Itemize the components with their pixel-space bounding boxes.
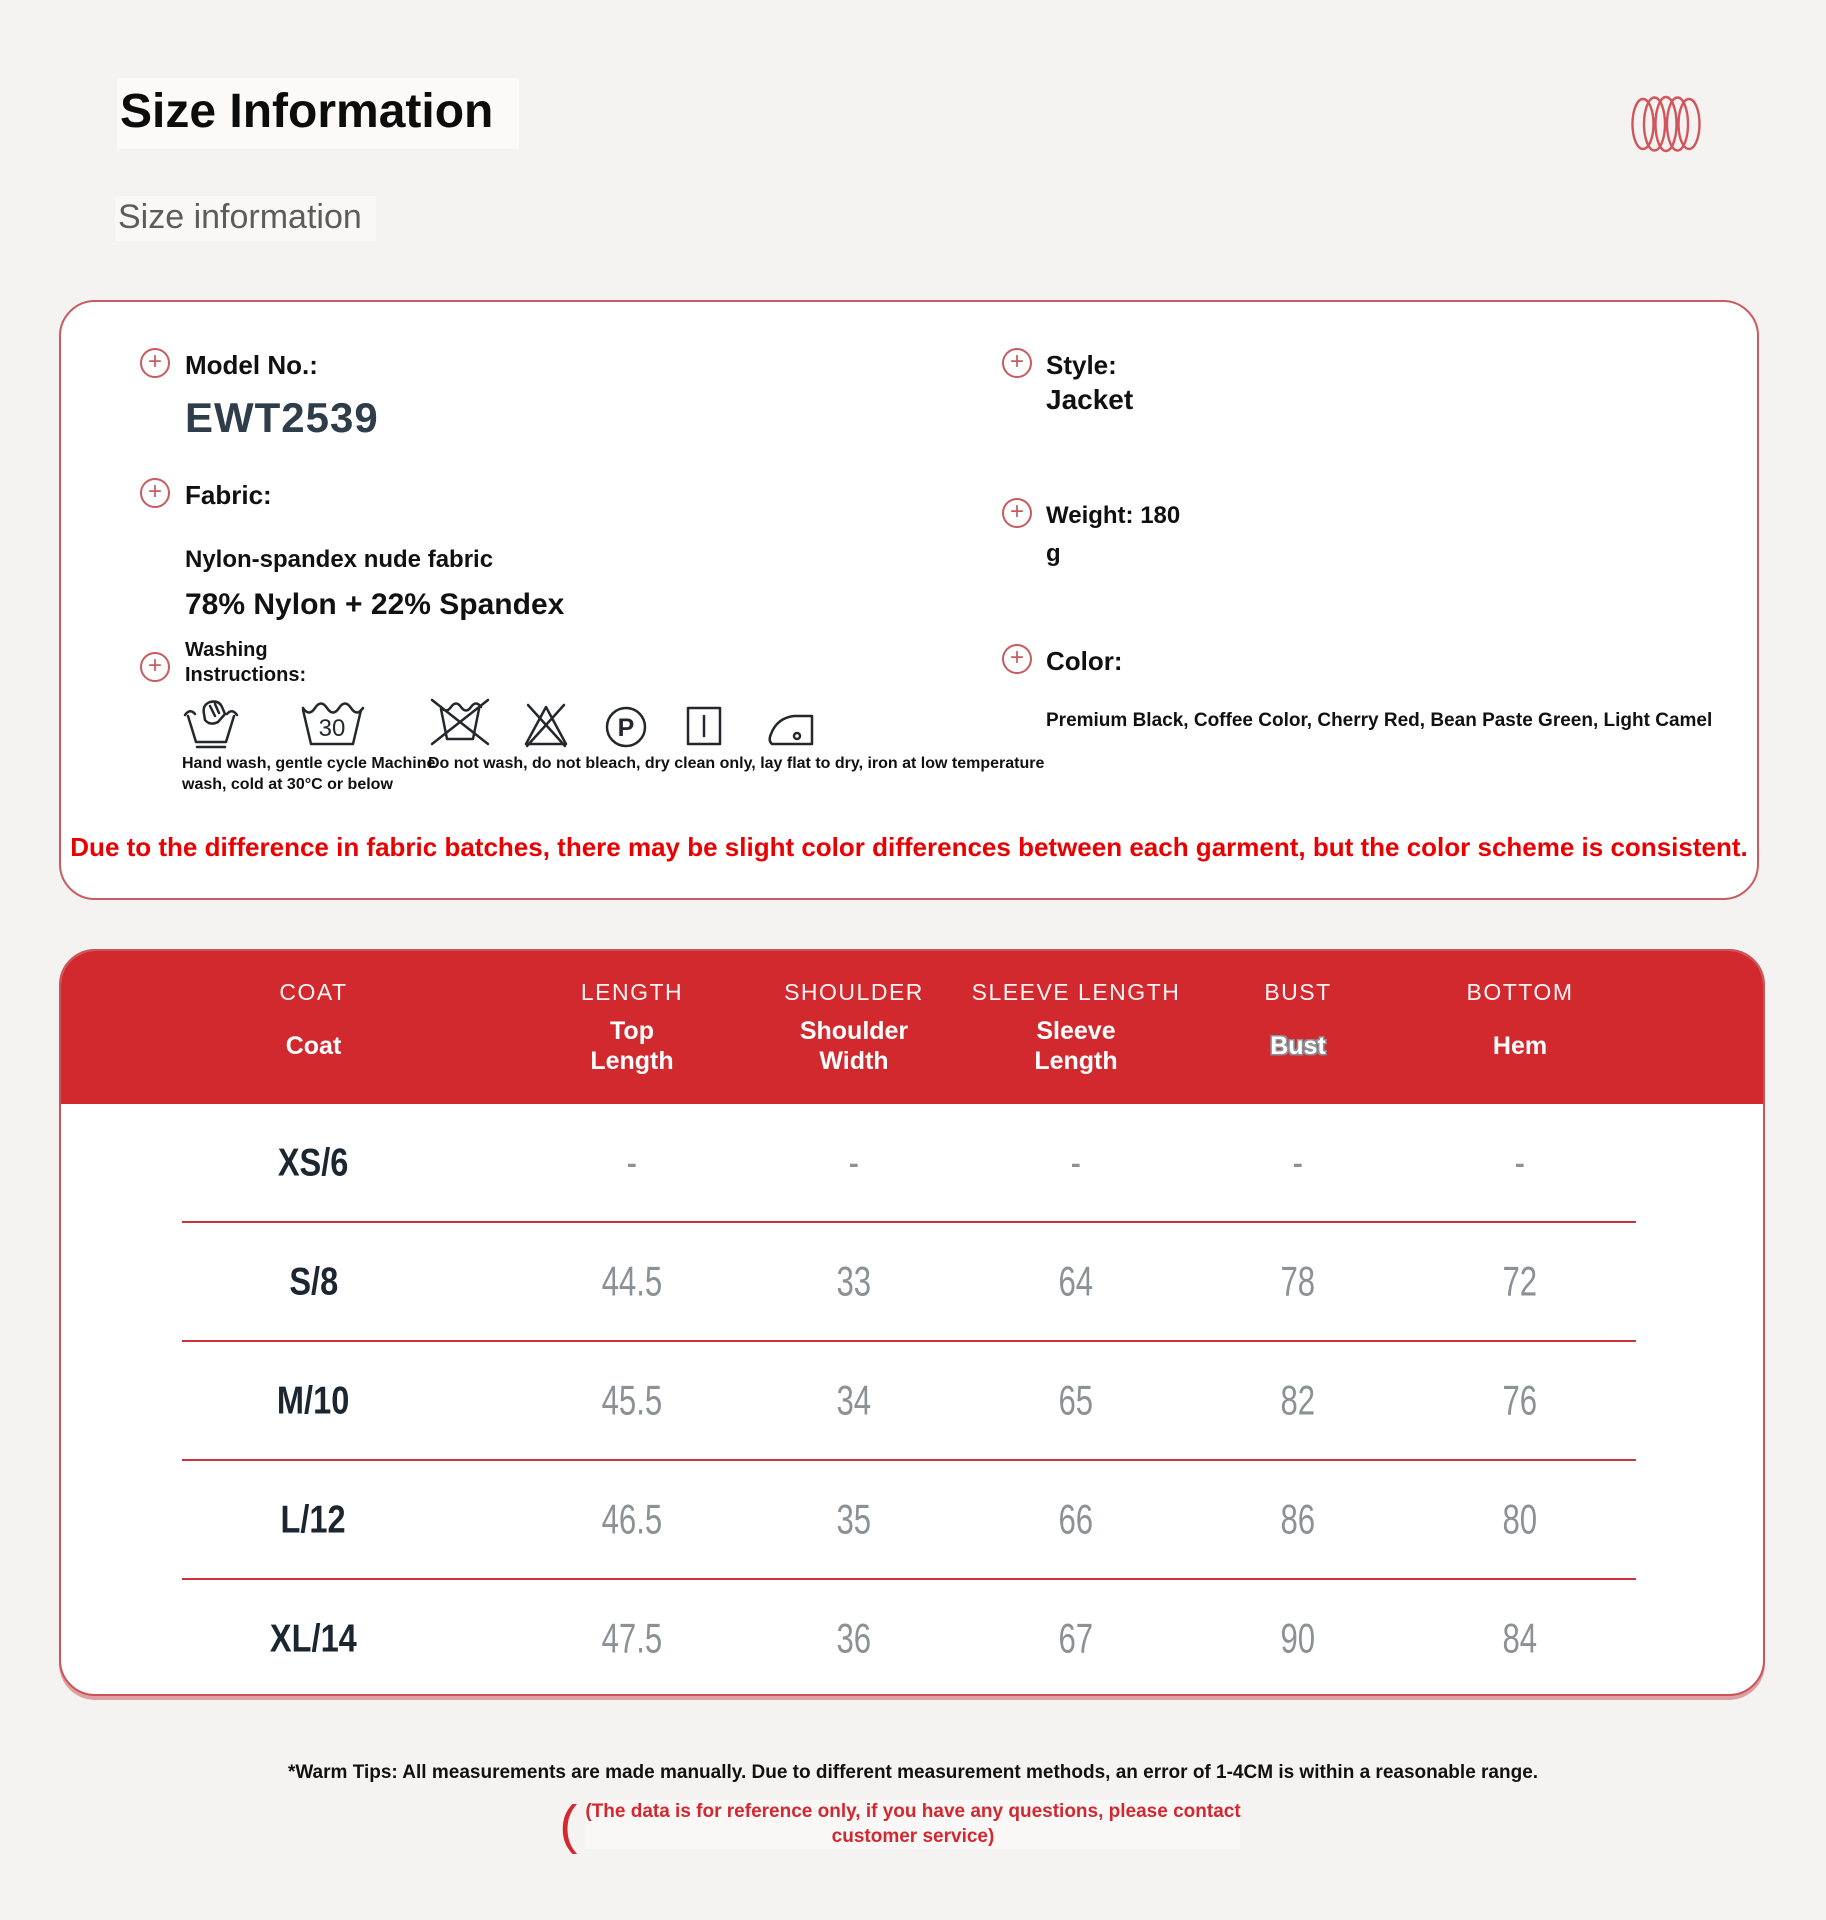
size-table-body: XS/6 - - - - - S/8 44.5 33 64 78 72 M/10 45.5 34 65 82 76… xyxy=(61,1104,1763,1694)
column-header-shoulder: SHOULDER Shoulder Width xyxy=(784,979,924,1075)
product-info-card: + Model No.: EWT2539 + Fabric: Nylon-spa… xyxy=(59,300,1759,900)
measurement-value: - xyxy=(1292,1138,1304,1186)
measurement-value: 67 xyxy=(1058,1614,1094,1662)
size-information-page: Size Information Size information + Mode… xyxy=(0,0,1826,1920)
plus-icon: + xyxy=(140,348,170,378)
model-value: EWT2539 xyxy=(185,394,379,441)
dry-clean-letter: P xyxy=(618,714,635,742)
measurement-value: - xyxy=(848,1138,860,1186)
measurement-value: 78 xyxy=(1280,1257,1316,1305)
drip-dry-icon xyxy=(686,706,722,746)
plus-icon: + xyxy=(140,652,170,682)
washing-icons-row: 30 P xyxy=(181,694,817,750)
size-label: XS/6 xyxy=(278,1140,349,1184)
machine-wash-30-icon: 30 xyxy=(301,702,365,746)
reference-note: ( (The data is for reference only, if yo… xyxy=(559,1795,1241,1855)
iron-low-temp-icon xyxy=(768,714,814,746)
measurement-value: 82 xyxy=(1280,1376,1316,1424)
measurement-value: 47.5 xyxy=(601,1614,663,1662)
weight-label: Weight: 180 xyxy=(1046,502,1181,529)
size-label: S/8 xyxy=(289,1259,338,1303)
fabric-description: Nylon-spandex nude fabric xyxy=(185,546,494,573)
measurement-value: - xyxy=(1514,1138,1526,1186)
column-header-coat: COAT Coat xyxy=(279,979,348,1060)
measurement-value: 33 xyxy=(836,1257,872,1305)
column-header-length: LENGTH Top Length xyxy=(580,979,684,1075)
wash-temp-label: 30 xyxy=(319,715,346,742)
plus-icon: + xyxy=(1002,498,1032,528)
measurement-value: 90 xyxy=(1280,1614,1316,1662)
measurement-value: - xyxy=(626,1138,638,1186)
page-subtitle: Size information xyxy=(115,196,376,241)
column-header-bust: BUST Bust xyxy=(1264,979,1332,1060)
warm-tips-note: *Warm Tips: All measurements are made ma… xyxy=(287,1762,1539,1783)
color-options-value: Premium Black, Coffee Color, Cherry Red,… xyxy=(1046,710,1713,731)
washing-caption-right: Do not wash, do not bleach, dry clean on… xyxy=(428,755,1045,772)
table-row-m-10: M/10 45.5 34 65 82 76 xyxy=(61,1342,1763,1459)
size-label: M/10 xyxy=(277,1378,350,1422)
measurement-value: - xyxy=(1070,1138,1082,1186)
do-not-wash-icon xyxy=(430,698,490,746)
decorative-paren: ( xyxy=(559,1795,578,1855)
measurement-value: 64 xyxy=(1058,1257,1094,1305)
plus-icon: + xyxy=(1002,644,1032,674)
table-row-l-12: L/12 46.5 35 66 86 80 xyxy=(61,1461,1763,1578)
size-label: L/12 xyxy=(280,1497,347,1541)
measurement-value: 86 xyxy=(1280,1495,1316,1543)
fabric-composition: 78% Nylon + 22% Spandex xyxy=(185,588,565,621)
measurement-value: 44.5 xyxy=(601,1257,663,1305)
measurement-value: 80 xyxy=(1502,1495,1538,1543)
column-header-sleeve-length: SLEEVE LENGTH Sleeve Length xyxy=(971,979,1181,1075)
fabric-batch-disclaimer: Due to the difference in fabric batches,… xyxy=(70,832,1748,862)
plus-icon: + xyxy=(140,478,170,508)
do-not-bleach-icon xyxy=(524,703,568,748)
hand-wash-icon xyxy=(183,700,239,749)
column-header-bottom: BOTTOM Hem xyxy=(1466,979,1574,1060)
measurement-value: 66 xyxy=(1058,1495,1094,1543)
measurement-value: 36 xyxy=(836,1614,872,1662)
color-label: Color: xyxy=(1046,646,1123,676)
washing-caption-left: Hand wash, gentle cycle Machine wash, co… xyxy=(182,755,436,793)
measurement-value: 46.5 xyxy=(601,1495,663,1543)
reference-note-line1: (The data is for reference only, if you … xyxy=(585,1801,1241,1822)
washing-instructions-label: Washing Instructions: xyxy=(185,639,307,686)
plus-icon: + xyxy=(1002,348,1032,378)
reference-note-line2: customer service) xyxy=(831,1825,995,1847)
style-label: Style: xyxy=(1046,350,1117,380)
style-value: Jacket xyxy=(1046,384,1134,415)
measurement-value: 45.5 xyxy=(601,1376,663,1424)
table-row-xl-14: XL/14 47.5 36 67 90 84 xyxy=(61,1580,1763,1694)
measurement-value: 76 xyxy=(1502,1376,1538,1424)
size-table-header: COAT Coat LENGTH Top Length SHOULDER Shoulder… xyxy=(61,951,1763,1104)
size-table: COAT Coat LENGTH Top Length SHOULDER Shoulder… xyxy=(59,949,1765,1696)
measurement-value: 72 xyxy=(1502,1257,1538,1305)
measurement-value: 65 xyxy=(1058,1376,1094,1424)
size-label: XL/14 xyxy=(270,1616,357,1660)
measurement-value: 84 xyxy=(1502,1614,1538,1662)
fabric-label: Fabric: xyxy=(185,480,272,510)
page-title: Size Information xyxy=(117,78,520,149)
model-label: Model No.: xyxy=(185,350,318,380)
coil-logo-icon xyxy=(1631,95,1701,153)
table-row-s-8: S/8 44.5 33 64 78 72 xyxy=(61,1223,1763,1340)
measurement-value: 35 xyxy=(836,1495,872,1543)
weight-unit: g xyxy=(1046,540,1061,567)
measurement-value: 34 xyxy=(836,1376,872,1424)
dry-clean-p-icon: P xyxy=(605,706,647,748)
table-row-xs-6: XS/6 - - - - - xyxy=(61,1104,1763,1221)
